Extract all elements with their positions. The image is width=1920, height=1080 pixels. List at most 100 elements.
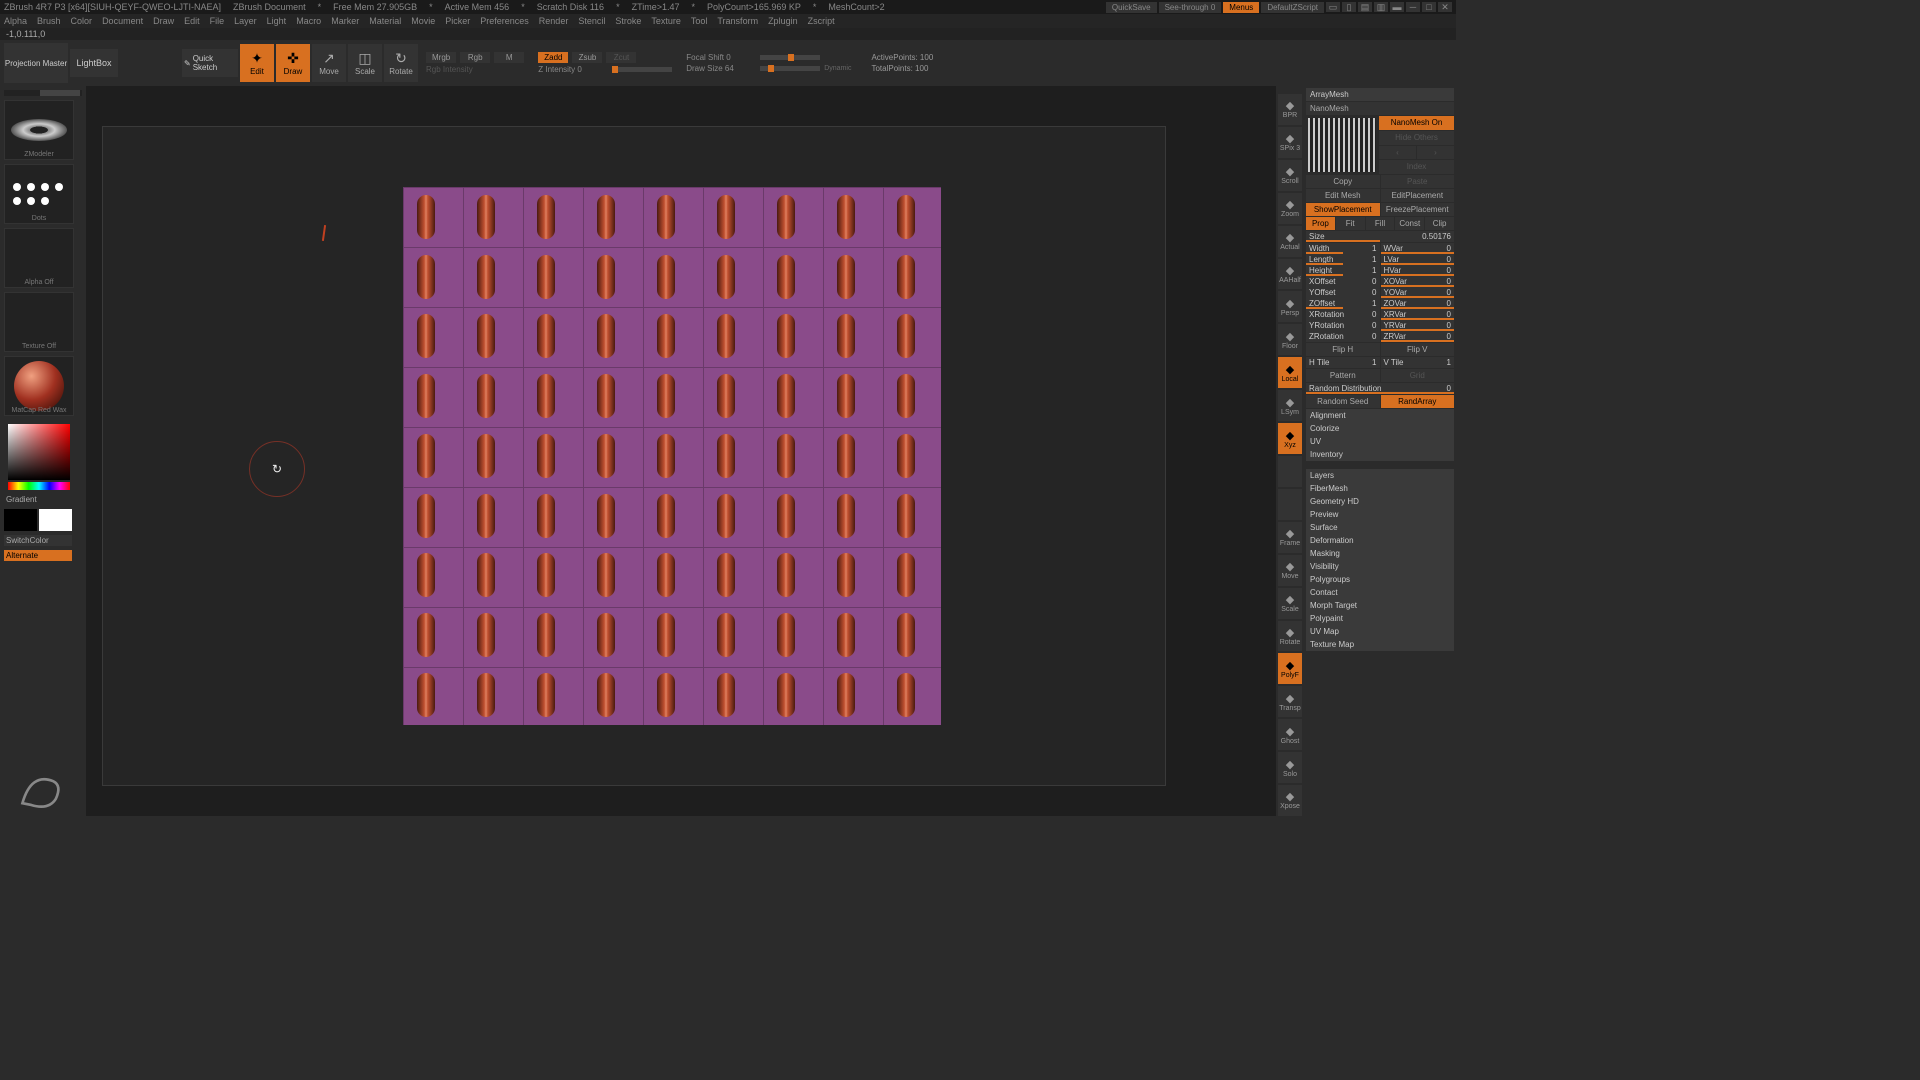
length-slider[interactable]: Length1 — [1306, 254, 1380, 265]
randomseed-button[interactable]: Random Seed — [1306, 395, 1380, 408]
menu-draw[interactable]: Draw — [153, 16, 174, 26]
section-fibermesh[interactable]: FiberMesh — [1306, 482, 1454, 495]
tool-zoom[interactable]: ◆Zoom — [1278, 193, 1302, 224]
alternate-button[interactable]: Alternate — [4, 550, 72, 561]
fit-button[interactable]: Fit — [1336, 217, 1365, 230]
tool-frame[interactable]: ◆Frame — [1278, 522, 1302, 553]
zrotation-slider[interactable]: ZRotation0 — [1306, 331, 1380, 342]
seethrough-slider[interactable]: See-through 0 — [1159, 2, 1222, 13]
nanomesh-thumbnail[interactable] — [1308, 118, 1376, 172]
tool-xyz[interactable]: ◆Xyz — [1278, 423, 1302, 454]
m-button[interactable]: M — [494, 52, 524, 63]
xovar-slider[interactable]: XOVar0 — [1381, 276, 1455, 287]
tool-rotate[interactable]: ◆Rotate — [1278, 621, 1302, 652]
menu-edit[interactable]: Edit — [184, 16, 200, 26]
menu-color[interactable]: Color — [71, 16, 93, 26]
editplacement-button[interactable]: EditPlacement — [1381, 189, 1455, 202]
htile-slider[interactable]: H Tile1 — [1306, 357, 1380, 368]
prop-button[interactable]: Prop — [1306, 217, 1335, 230]
nanomesh-on-toggle[interactable]: NanoMesh On — [1379, 116, 1454, 130]
menu-layer[interactable]: Layer — [234, 16, 257, 26]
stroke-picker[interactable]: Dots — [4, 164, 74, 224]
projection-master-button[interactable]: Projection Master — [4, 43, 68, 83]
alpha-picker[interactable]: Alpha Off — [4, 228, 74, 288]
maximize-icon[interactable]: □ — [1422, 2, 1436, 12]
mrgb-button[interactable]: Mrgb — [426, 52, 456, 63]
layout1-icon[interactable]: ▭ — [1326, 2, 1340, 12]
tool-transp[interactable]: ◆Transp — [1278, 686, 1302, 717]
menu-file[interactable]: File — [210, 16, 225, 26]
menu-transform[interactable]: Transform — [717, 16, 758, 26]
showplacement-toggle[interactable]: ShowPlacement — [1306, 203, 1380, 216]
menu-render[interactable]: Render — [539, 16, 569, 26]
section-contact[interactable]: Contact — [1306, 586, 1454, 599]
menu-picker[interactable]: Picker — [445, 16, 470, 26]
yrotation-slider[interactable]: YRotation0 — [1306, 320, 1380, 331]
const-button[interactable]: Const — [1395, 217, 1424, 230]
yoffset-slider[interactable]: YOffset0 — [1306, 287, 1380, 298]
move-mode-button[interactable]: ↗Move — [312, 44, 346, 82]
freezeplacement-toggle[interactable]: FreezePlacement — [1381, 203, 1455, 216]
vtile-slider[interactable]: V Tile1 — [1381, 357, 1455, 368]
section-geometry-hd[interactable]: Geometry HD — [1306, 495, 1454, 508]
paste-button[interactable]: Paste — [1381, 175, 1455, 188]
section-preview[interactable]: Preview — [1306, 508, 1454, 521]
quicksave-button[interactable]: QuickSave — [1106, 2, 1157, 13]
tool-move[interactable]: ◆Move — [1278, 555, 1302, 586]
hide-others[interactable]: Hide Others — [1379, 131, 1454, 145]
size-slider[interactable]: Size0.50176 — [1306, 231, 1454, 242]
section-polypaint[interactable]: Polypaint — [1306, 612, 1454, 625]
menu-zplugin[interactable]: Zplugin — [768, 16, 798, 26]
yrvar-slider[interactable]: YRVar0 — [1381, 320, 1455, 331]
section-morph-target[interactable]: Morph Target — [1306, 599, 1454, 612]
xoffset-slider[interactable]: XOffset0 — [1306, 276, 1380, 287]
brush-picker[interactable]: ZModeler — [4, 100, 74, 160]
menu-texture[interactable]: Texture — [651, 16, 681, 26]
section-uv-map[interactable]: UV Map — [1306, 625, 1454, 638]
color-picker[interactable] — [4, 420, 74, 490]
hide-icon[interactable]: ▬ — [1390, 2, 1404, 12]
menu-stencil[interactable]: Stencil — [578, 16, 605, 26]
tool-lsym[interactable]: ◆LSym — [1278, 390, 1302, 421]
section-surface[interactable]: Surface — [1306, 521, 1454, 534]
menu-preferences[interactable]: Preferences — [480, 16, 529, 26]
menu-light[interactable]: Light — [267, 16, 287, 26]
tool-persp[interactable]: ◆Persp — [1278, 291, 1302, 322]
width-slider[interactable]: Width1 — [1306, 243, 1380, 254]
tool-scroll[interactable]: ◆Scroll — [1278, 160, 1302, 191]
tool-polyf[interactable]: ◆PolyF — [1278, 653, 1302, 684]
height-slider[interactable]: Height1 — [1306, 265, 1380, 276]
pattern-button[interactable]: Pattern — [1306, 369, 1380, 382]
switchcolor-button[interactable]: SwitchColor — [4, 535, 72, 546]
section-deformation[interactable]: Deformation — [1306, 534, 1454, 547]
nanomesh-header[interactable]: NanoMesh — [1306, 102, 1454, 115]
menu-document[interactable]: Document — [102, 16, 143, 26]
edit-mode-button[interactable]: ✦Edit — [240, 44, 274, 82]
section-alignment[interactable]: Alignment — [1306, 409, 1454, 422]
tool-floor[interactable]: ◆Floor — [1278, 324, 1302, 355]
lightbox-button[interactable]: LightBox — [70, 49, 118, 77]
menu-zscript[interactable]: Zscript — [808, 16, 835, 26]
section-polygroups[interactable]: Polygroups — [1306, 573, 1454, 586]
menu-tool[interactable]: Tool — [691, 16, 708, 26]
texture-picker[interactable]: Texture Off — [4, 292, 74, 352]
scale-mode-button[interactable]: ◫Scale — [348, 44, 382, 82]
fill-button[interactable]: Fill — [1366, 217, 1395, 230]
flipv-button[interactable]: Flip V — [1381, 343, 1455, 356]
fliph-button[interactable]: Flip H — [1306, 343, 1380, 356]
menu-movie[interactable]: Movie — [411, 16, 435, 26]
layout3-icon[interactable]: ▤ — [1358, 2, 1372, 12]
zrvar-slider[interactable]: ZRVar0 — [1381, 331, 1455, 342]
clip-button[interactable]: Clip — [1425, 217, 1454, 230]
minimize-icon[interactable]: ─ — [1406, 2, 1420, 12]
section-colorize[interactable]: Colorize — [1306, 422, 1454, 435]
zadd-button[interactable]: Zadd — [538, 52, 568, 63]
yovar-slider[interactable]: YOVar0 — [1381, 287, 1455, 298]
menu-alpha[interactable]: Alpha — [4, 16, 27, 26]
tool-bpr[interactable]: ◆BPR — [1278, 94, 1302, 125]
tool-actual[interactable]: ◆Actual — [1278, 226, 1302, 257]
section-masking[interactable]: Masking — [1306, 547, 1454, 560]
focal-shift-slider[interactable]: Focal Shift 0 — [686, 53, 756, 62]
layout2-icon[interactable]: ▯ — [1342, 2, 1356, 12]
section-visibility[interactable]: Visibility — [1306, 560, 1454, 573]
